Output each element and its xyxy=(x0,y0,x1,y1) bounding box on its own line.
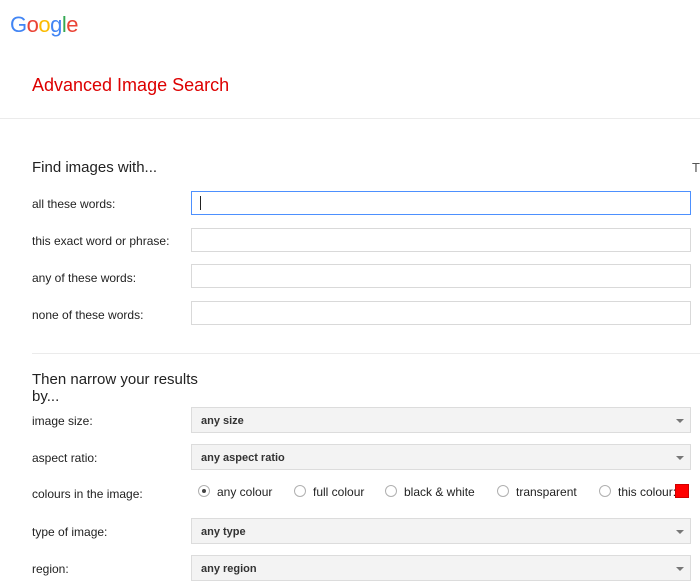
region-label: region: xyxy=(32,562,69,576)
narrow-section-heading: Then narrow your results by... xyxy=(32,371,198,405)
narrow-heading-line2: by... xyxy=(32,388,60,405)
all-words-input[interactable] xyxy=(191,191,691,215)
any-words-label: any of these words: xyxy=(32,271,137,285)
text-style-icon[interactable]: T xyxy=(692,160,700,175)
header-divider xyxy=(0,118,700,119)
none-words-input[interactable] xyxy=(191,301,691,325)
type-of-image-select[interactable]: any type xyxy=(191,518,691,544)
any-words-input[interactable] xyxy=(191,264,691,288)
chevron-down-icon xyxy=(676,456,684,460)
full-colour-radio[interactable] xyxy=(294,485,306,497)
chevron-down-icon xyxy=(676,567,684,571)
image-size-label: image size: xyxy=(32,414,93,428)
logo-letter: o xyxy=(26,12,39,37)
aspect-ratio-label: aspect ratio: xyxy=(32,451,98,465)
chevron-down-icon xyxy=(676,419,684,423)
find-section-heading: Find images with... xyxy=(32,159,158,176)
type-of-image-label: type of image: xyxy=(32,525,108,539)
aspect-ratio-value: any aspect ratio xyxy=(201,452,285,464)
none-words-label: none of these words: xyxy=(32,308,144,322)
this-colour-radio[interactable] xyxy=(599,485,611,497)
logo-letter: G xyxy=(10,12,27,37)
section-divider xyxy=(32,353,700,354)
any-colour-radio[interactable] xyxy=(198,485,210,497)
chevron-down-icon xyxy=(676,530,684,534)
transparent-label[interactable]: transparent xyxy=(516,485,577,499)
full-colour-label[interactable]: full colour xyxy=(313,485,364,499)
page-title: Advanced Image Search xyxy=(32,75,230,95)
text-caret xyxy=(200,196,201,210)
logo-letter: o xyxy=(38,12,51,37)
image-size-select[interactable]: any size xyxy=(191,407,691,433)
transparent-radio[interactable] xyxy=(497,485,509,497)
region-select[interactable]: any region xyxy=(191,555,691,581)
exact-phrase-input[interactable] xyxy=(191,228,691,252)
type-of-image-value: any type xyxy=(201,526,246,538)
logo-letter: g xyxy=(50,12,62,37)
aspect-ratio-select[interactable]: any aspect ratio xyxy=(191,444,691,470)
colours-label: colours in the image: xyxy=(32,487,143,501)
google-logo[interactable]: Google xyxy=(10,12,79,38)
this-colour-label[interactable]: this colour: xyxy=(618,485,676,499)
all-words-label: all these words: xyxy=(32,197,116,211)
colour-swatch[interactable] xyxy=(675,484,689,498)
logo-letter: e xyxy=(66,12,79,37)
image-size-value: any size xyxy=(201,415,244,427)
black-white-label[interactable]: black & white xyxy=(404,485,475,499)
region-value: any region xyxy=(201,563,257,575)
narrow-heading-line1: Then narrow your results xyxy=(32,371,198,388)
exact-phrase-label: this exact word or phrase: xyxy=(32,234,170,248)
any-colour-label[interactable]: any colour xyxy=(217,485,272,499)
black-white-radio[interactable] xyxy=(385,485,397,497)
